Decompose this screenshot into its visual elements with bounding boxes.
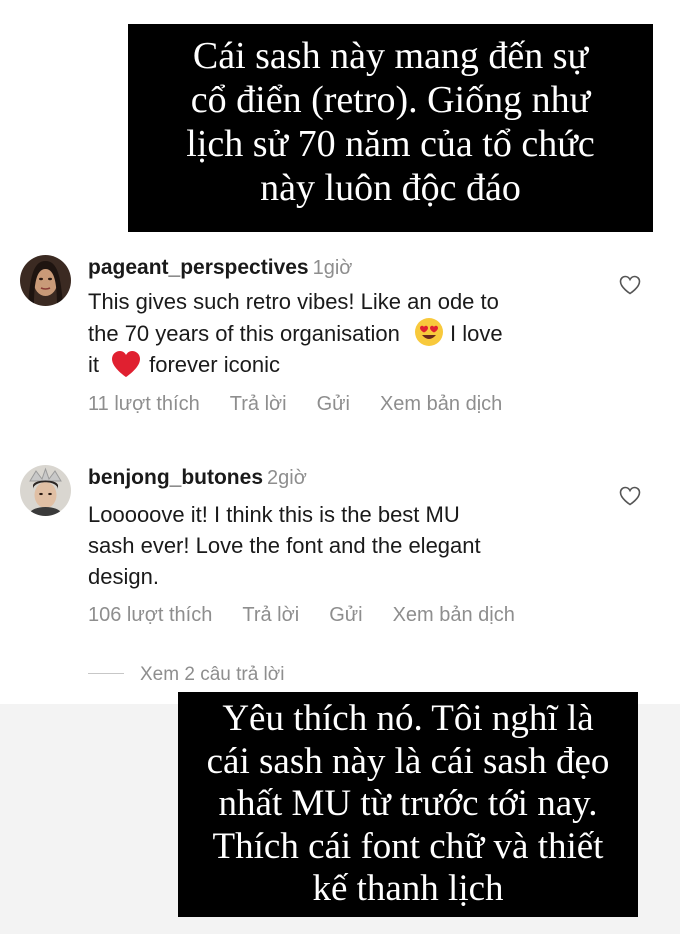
comment-text: I love — [449, 321, 503, 346]
caption-line: này luôn độc đáo — [260, 167, 521, 209]
caption-line: Thích cái font chữ và thiết — [212, 825, 604, 867]
send-button[interactable]: Gửi — [317, 393, 350, 415]
heart-outline-icon[interactable] — [619, 486, 641, 506]
comment-text: the 70 years of this organisation — [88, 321, 400, 346]
comment-2: benjong_butones 2giờ Looooove it! I think… — [0, 464, 680, 644]
comment-time: 1giờ — [312, 257, 353, 279]
translate-button[interactable]: Xem bản dịch — [380, 393, 502, 415]
comment-body: This gives such retro vibes! Like an ode… — [88, 286, 588, 380]
reply-button[interactable]: Trả lời — [242, 604, 299, 626]
comment-line: design. — [88, 564, 159, 589]
caption-line: Yêu thích nó. Tôi nghĩ là — [222, 698, 594, 739]
caption-line: kế thanh lịch — [312, 868, 504, 909]
comment-line: This gives such retro vibes! Like an ode… — [88, 289, 499, 314]
comment-text: it — [88, 352, 99, 377]
view-replies-label[interactable]: Xem 2 câu trả lời — [140, 664, 284, 685]
comment-line: sash ever! Love the font and the elegant — [88, 533, 481, 558]
heart-eyes-emoji — [414, 318, 443, 346]
comment-body: Looooove it! I think this is the best MU… — [88, 499, 588, 592]
heart-outline-icon[interactable] — [619, 275, 641, 295]
caption-bottom: Yêu thích nó. Tôi nghĩ là cái sash này l… — [178, 692, 638, 917]
caption-line: nhất MU từ trước tới nay. — [218, 783, 598, 824]
caption-line: Cái sash này mang đến sự — [192, 35, 589, 77]
avatar[interactable] — [20, 465, 71, 516]
comment-text: forever iconic — [149, 352, 280, 377]
replies-divider — [88, 673, 124, 674]
comment-username[interactable]: benjong_butones — [88, 466, 263, 489]
reply-button[interactable]: Trả lời — [230, 393, 287, 415]
red-heart-emoji — [112, 351, 141, 377]
comment-time: 2giờ — [267, 467, 307, 489]
comment-line: it forever iconic — [88, 349, 588, 380]
caption-line: cái sash này là cái sash đẹo — [206, 740, 610, 782]
caption-top: Cái sash này mang đến sự cổ điển (retro)… — [128, 24, 653, 232]
caption-line: cổ điển (retro). Giống như — [190, 79, 591, 121]
send-button[interactable]: Gửi — [329, 604, 362, 626]
comment-line: the 70 years of this organisation I love — [88, 317, 588, 349]
view-replies[interactable]: Xem 2 câu trả lời — [88, 664, 284, 686]
avatar-image — [20, 255, 71, 306]
comment-username[interactable]: pageant_perspectives — [88, 256, 309, 279]
likes-count[interactable]: 11 lượt thích — [88, 393, 200, 415]
comment-line: Looooove it! I think this is the best MU — [88, 502, 460, 527]
caption-line: lịch sử 70 năm của tổ chức — [186, 123, 595, 165]
likes-count[interactable]: 106 lượt thích — [88, 604, 212, 626]
translate-button[interactable]: Xem bản dịch — [393, 604, 515, 626]
comment-1: pageant_perspectives 1giờ This gives such… — [0, 252, 680, 432]
avatar[interactable] — [20, 255, 71, 306]
avatar-image — [20, 465, 71, 516]
